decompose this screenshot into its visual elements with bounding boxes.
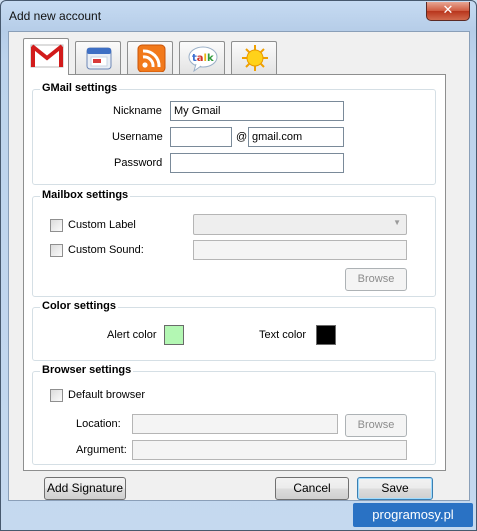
custom-sound-checkbox[interactable]	[50, 244, 63, 257]
default-browser-text: Default browser	[68, 389, 146, 401]
password-label: Password	[114, 157, 163, 169]
custom-label-checkbox[interactable]	[50, 219, 63, 232]
default-browser-checkbox[interactable]	[50, 389, 63, 402]
mailbox-settings-title: Mailbox settings	[40, 189, 131, 201]
window-title: Add new account	[9, 9, 102, 23]
gmail-settings-title: GMail settings	[40, 82, 120, 94]
chevron-down-icon: ▼	[393, 218, 401, 227]
argument-input[interactable]	[132, 440, 407, 460]
text-color-swatch[interactable]	[316, 325, 336, 345]
weather-sun-icon	[242, 45, 268, 71]
domain-input[interactable]: gmail.com	[248, 127, 344, 147]
cancel-button[interactable]: Cancel	[275, 477, 349, 500]
nickname-input[interactable]: My Gmail	[170, 101, 344, 121]
custom-sound-text: Custom Sound:	[68, 244, 144, 256]
svg-text:talk: talk	[192, 53, 214, 64]
gmail-icon	[30, 44, 64, 68]
tab-weather[interactable]	[231, 41, 277, 74]
watermark: programosy.pl	[353, 503, 473, 527]
location-label: Location:	[76, 418, 121, 430]
text-color-label: Text color	[259, 329, 307, 341]
alert-color-label: Alert color	[107, 329, 157, 341]
color-settings-group: Color settings Alert color Text color	[32, 300, 436, 361]
password-input[interactable]	[170, 153, 344, 173]
browser-settings-group: Browser settings Default browser Locatio…	[32, 364, 436, 465]
browser-browse-button[interactable]: Browse	[345, 414, 407, 437]
custom-label-select[interactable]: ▼	[193, 214, 407, 235]
nickname-label: Nickname	[113, 105, 162, 117]
username-label: Username	[112, 131, 163, 143]
close-button[interactable]: ✕	[426, 2, 470, 21]
mailbox-browse-button[interactable]: Browse	[345, 268, 407, 291]
argument-label: Argument:	[76, 444, 127, 456]
rss-icon	[137, 44, 166, 72]
gmail-settings-group: GMail settings Nickname My Gmail Usernam…	[32, 82, 436, 185]
tab-panel-gmail: GMail settings Nickname My Gmail Usernam…	[23, 74, 446, 471]
tab-gmail[interactable]	[23, 38, 69, 75]
dialog-client-area: talk GMail settings Nickname My Gmail Us…	[8, 31, 470, 501]
google-talk-icon: talk	[188, 46, 218, 72]
save-button[interactable]: Save	[357, 477, 433, 500]
at-sign: @	[236, 131, 248, 143]
custom-label-text: Custom Label	[68, 219, 136, 231]
calendar-icon	[86, 47, 112, 70]
add-signature-button[interactable]: Add Signature	[44, 477, 126, 500]
tab-talk[interactable]: talk	[179, 41, 225, 74]
username-input[interactable]	[170, 127, 232, 147]
add-account-window: Add new account ✕ talk GMail settings Ni…	[0, 0, 477, 531]
tab-rss[interactable]	[127, 41, 173, 74]
custom-sound-input[interactable]	[193, 240, 407, 260]
mailbox-settings-group: Mailbox settings Custom Label ▼ Custom S…	[32, 189, 436, 297]
alert-color-swatch[interactable]	[164, 325, 184, 345]
location-input[interactable]	[132, 414, 338, 434]
browser-settings-title: Browser settings	[40, 364, 134, 376]
close-icon: ✕	[442, 3, 454, 18]
tab-calendar[interactable]	[75, 41, 121, 74]
title-bar[interactable]: Add new account ✕	[1, 1, 476, 31]
color-settings-title: Color settings	[40, 300, 118, 312]
